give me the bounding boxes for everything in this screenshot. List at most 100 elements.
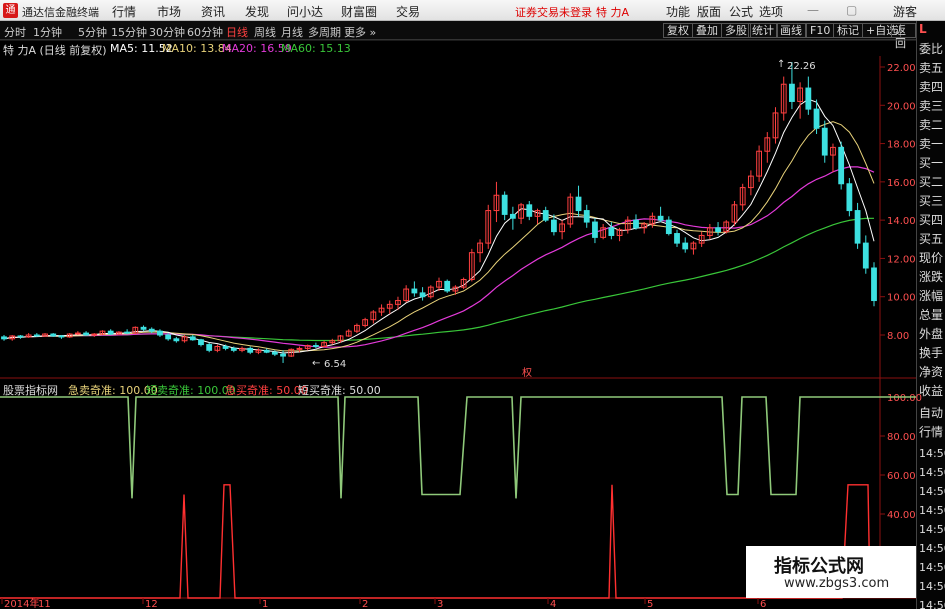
- candle-body: [312, 345, 319, 348]
- tab-waipan[interactable]: 外盘: [919, 325, 945, 344]
- tool-biaoji[interactable]: 标记: [833, 23, 863, 38]
- date-axis: 2014年11 12 1 2 3 4 5 6: [1, 597, 766, 609]
- candle-body: [50, 333, 57, 337]
- menu-faxian[interactable]: 发现: [245, 3, 269, 20]
- period-multi[interactable]: 多周期: [308, 24, 341, 40]
- menu-wenxiaoda[interactable]: 问小达: [287, 3, 323, 20]
- menu-gongshi[interactable]: 公式: [729, 3, 753, 20]
- tool-fanhui[interactable]: 返回: [891, 23, 916, 50]
- candle-body: [354, 324, 360, 332]
- candle-body: [419, 292, 426, 298]
- period-15min[interactable]: 15分钟: [111, 24, 147, 40]
- menu-caifuquan[interactable]: 财富圈: [341, 3, 377, 20]
- tab-maier[interactable]: 卖二: [919, 116, 945, 135]
- tab-hangqing[interactable]: 行情: [919, 423, 945, 442]
- tab-maiyi[interactable]: 卖一: [919, 135, 945, 154]
- candle-body: [633, 219, 639, 229]
- candle-body: [534, 210, 541, 217]
- ind-tick-label: 60.00: [887, 471, 916, 482]
- date-label: 2014年: [4, 597, 39, 609]
- time-label-6: 14:50: [919, 542, 945, 555]
- tab-maisi[interactable]: 卖四: [919, 78, 945, 97]
- candle-body: [181, 336, 188, 342]
- period-toolbar: 分时 1分钟 5分钟 15分钟 30分钟 60分钟 日线 周线 月线 多周期 更…: [0, 21, 916, 50]
- candle-body: [140, 326, 147, 330]
- tab-weibi[interactable]: 委比: [919, 40, 945, 59]
- low-arrow: ←: [312, 358, 320, 369]
- tab-maiwu[interactable]: 卖五: [919, 59, 945, 78]
- menu-jiaoyi[interactable]: 交易: [396, 3, 420, 20]
- candle-body: [592, 221, 598, 238]
- menu-banmian[interactable]: 版面: [697, 3, 721, 20]
- candle-body: [789, 83, 795, 102]
- tab-zhangfu[interactable]: 涨幅: [919, 287, 945, 306]
- candle-body: [665, 219, 672, 235]
- tab-shouyi[interactable]: 收益: [919, 382, 945, 401]
- minimize-icon[interactable]: —: [807, 3, 819, 17]
- candle-body: [124, 331, 131, 334]
- period-day[interactable]: 日线: [226, 24, 248, 40]
- low-price-label: 6.54: [324, 359, 346, 370]
- tab-buy5[interactable]: 买五: [919, 230, 945, 249]
- tool-fuquan[interactable]: 复权: [663, 23, 693, 38]
- tab-zhangdie[interactable]: 涨跌: [919, 268, 945, 287]
- candle-body: [222, 345, 229, 349]
- candles: [1, 62, 877, 363]
- menu-xuanxiang[interactable]: 选项: [759, 3, 783, 20]
- tool-duogu[interactable]: 多股: [721, 23, 751, 38]
- indicator-name[interactable]: 股票指标网: [3, 382, 58, 398]
- candle-body: [25, 334, 32, 338]
- period-more[interactable]: 更多 »: [344, 24, 376, 40]
- time-label-1: 14:50: [919, 447, 945, 460]
- tab-xianjia[interactable]: 现价: [919, 249, 945, 268]
- guest-label[interactable]: 游客: [893, 3, 917, 20]
- candle-body: [296, 347, 303, 350]
- period-5min[interactable]: 5分钟: [78, 24, 107, 40]
- tool-diejia[interactable]: 叠加: [692, 23, 722, 38]
- menu-gongneng[interactable]: 功能: [666, 3, 690, 20]
- candle-body: [526, 204, 533, 217]
- stock-title: 特 力A (日线 前复权): [3, 44, 107, 57]
- period-1min[interactable]: 1分钟: [33, 24, 62, 40]
- candle-body: [649, 215, 656, 225]
- tab-buy1[interactable]: 买一: [919, 154, 945, 173]
- tab-zongliang[interactable]: 总量: [919, 306, 945, 325]
- candle-body: [542, 210, 549, 221]
- tab-maisan[interactable]: 卖三: [919, 97, 945, 116]
- date-label: 6: [760, 599, 766, 609]
- candle-body: [797, 87, 804, 102]
- candle-body: [780, 83, 787, 114]
- tab-huanshou[interactable]: 换手: [919, 344, 945, 363]
- tool-huaxian[interactable]: 画线: [776, 23, 806, 38]
- candle-body: [386, 303, 393, 309]
- period-week[interactable]: 周线: [254, 24, 276, 40]
- tab-zidong[interactable]: 自动: [919, 404, 945, 423]
- maximize-icon[interactable]: ▢: [846, 3, 857, 17]
- menu-shichang[interactable]: 市场: [157, 3, 181, 20]
- high-arrow: ↑: [777, 59, 785, 70]
- menu-zixun[interactable]: 资讯: [201, 3, 225, 20]
- login-warning[interactable]: 证券交易未登录: [515, 4, 592, 20]
- price-tick-label: 18.00: [887, 140, 916, 151]
- candle-body: [107, 330, 114, 335]
- candle-body: [616, 229, 623, 236]
- period-month[interactable]: 月线: [281, 24, 303, 40]
- tab-buy2[interactable]: 买二: [919, 173, 945, 192]
- menu-hangqing[interactable]: 行情: [112, 3, 136, 20]
- price-axis: 22.00 20.00 18.00 16.00 14.00 12.00 10.00 8.00: [880, 63, 916, 342]
- candle-body: [706, 227, 713, 236]
- watermark: 指标公式网 www.zbgs3.com: [746, 546, 916, 598]
- candle-body: [66, 333, 73, 338]
- tab-jingzi[interactable]: 净资: [919, 363, 945, 382]
- candle-body: [485, 210, 492, 244]
- time-label-5: 14:50: [919, 523, 945, 536]
- tab-buy3[interactable]: 买三: [919, 192, 945, 211]
- period-30min[interactable]: 30分钟: [149, 24, 185, 40]
- tool-f10[interactable]: F10: [806, 23, 835, 38]
- tab-buy4[interactable]: 买四: [919, 211, 945, 230]
- tool-tongji[interactable]: 统计: [748, 23, 778, 38]
- period-60min[interactable]: 60分钟: [187, 24, 223, 40]
- candle-body: [772, 112, 779, 139]
- candle-body: [756, 150, 762, 177]
- period-fenshi[interactable]: 分时: [4, 24, 26, 40]
